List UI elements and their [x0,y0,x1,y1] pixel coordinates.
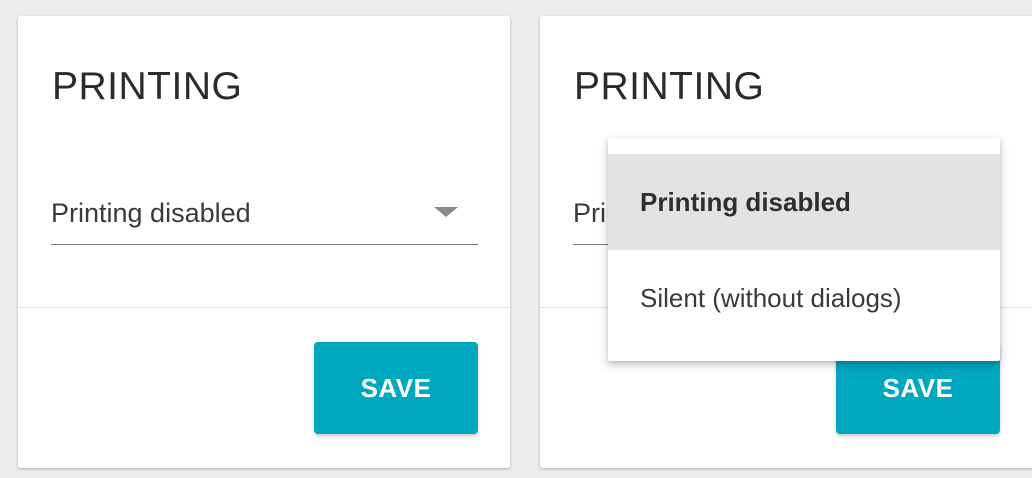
printing-mode-dropdown-menu: Printing disabled Silent (without dialog… [608,138,1000,361]
card-divider [18,307,510,308]
card-title: PRINTING [52,65,243,108]
save-button[interactable]: SAVE [314,342,478,434]
select-value: Printing disabled [51,198,251,228]
printing-mode-select[interactable]: Printing disabled [51,186,478,245]
menu-option-printing-disabled[interactable]: Printing disabled [608,154,1000,250]
menu-option-silent[interactable]: Silent (without dialogs) [608,250,1000,346]
printing-card-left: PRINTING Printing disabled SAVE [18,16,510,468]
chevron-down-icon[interactable] [434,207,458,217]
card-title: PRINTING [574,65,765,108]
